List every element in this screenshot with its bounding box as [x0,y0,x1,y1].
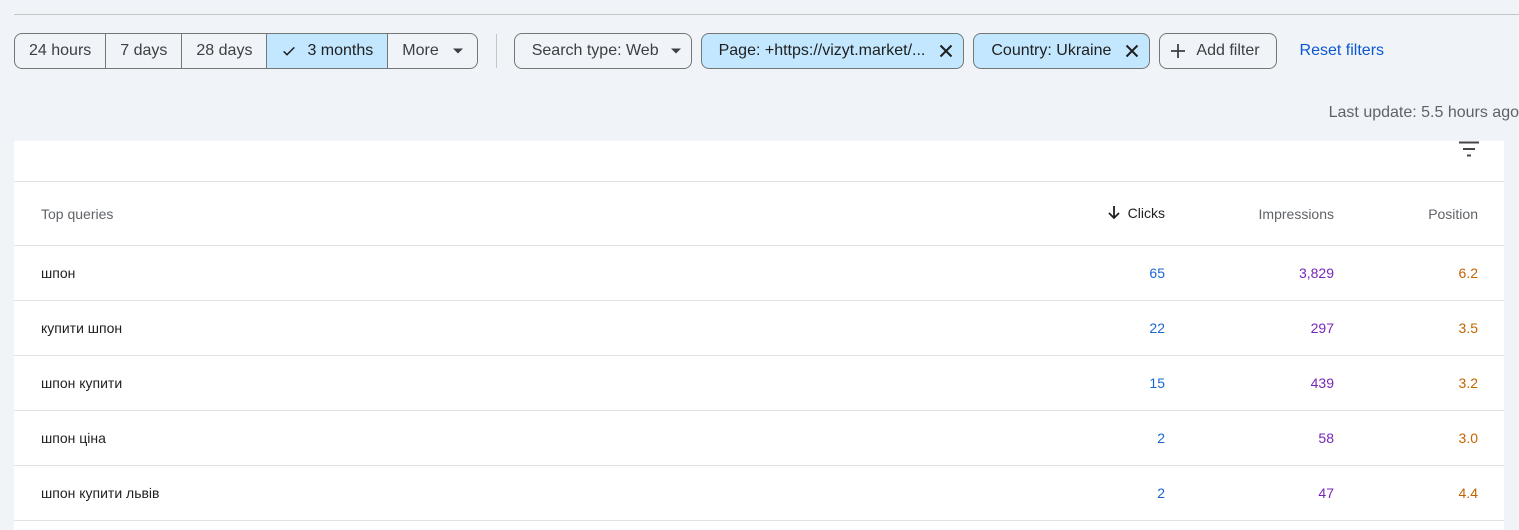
range-label: 3 months [307,42,374,59]
card-toolbar [14,141,1504,182]
queries-card: Top queries Clicks Impressions Position … [14,141,1504,530]
table-row[interactable]: шпон купити 15 439 3.2 [14,355,1504,411]
reset-filters-link[interactable]: Reset filters [1300,42,1384,60]
table-row[interactable]: купити шпон 22 297 3.5 [14,300,1504,356]
arrow-down-icon [1108,205,1120,220]
range-7-days-button[interactable]: 7 days [106,34,183,68]
header-impressions[interactable]: Impressions [1165,182,1334,246]
clicks-cell: 2 [1005,410,1165,466]
range-28-days-button[interactable]: 28 days [182,34,268,68]
query-cell: шпон [14,245,1005,301]
filter-divider [495,34,497,68]
position-cell: 3.0 [1334,410,1504,466]
position-cell: 3.5 [1334,300,1504,356]
range-label: 7 days [120,42,168,59]
page-filter-chip[interactable]: Page: +https://vizyt.market/... [700,33,965,69]
table-row[interactable]: шпон купити львів 2 47 4.4 [14,465,1504,521]
query-cell: шпон купити львів [14,465,1005,521]
top-divider [14,14,1519,15]
impressions-cell: 47 [1165,465,1334,521]
impressions-cell: 58 [1165,410,1334,466]
impressions-cell: 297 [1165,300,1334,356]
table-header-row: Top queries Clicks Impressions Position [14,182,1504,246]
range-label: 28 days [196,42,253,59]
header-position[interactable]: Position [1334,182,1504,246]
time-range-selector: 24 hours 7 days 28 days 3 months More [14,33,478,69]
more-label: More [402,42,439,59]
clicks-cell: 22 [1005,300,1165,356]
impressions-cell: 439 [1165,355,1334,411]
country-filter-chip[interactable]: Country: Ukraine [973,33,1151,69]
add-filter-label: Add filter [1196,42,1260,59]
page-filter-label: Page: +https://vizyt.market/... [718,42,926,59]
filter-list-icon[interactable] [1458,141,1480,162]
caret-down-icon [452,48,463,54]
clicks-cell: 65 [1005,245,1165,301]
search-type-label: Search type: Web [531,42,659,59]
caret-down-icon [670,48,681,54]
queries-table: Top queries Clicks Impressions Position … [14,182,1504,521]
more-range-button[interactable]: More [388,34,476,68]
filter-bar: 24 hours 7 days 28 days 3 months More Se… [14,33,1384,69]
header-clicks[interactable]: Clicks [1005,182,1165,246]
clicks-cell: 15 [1005,355,1165,411]
position-cell: 3.2 [1334,355,1504,411]
table-row[interactable]: шпон 65 3,829 6.2 [14,245,1504,301]
position-cell: 6.2 [1334,245,1504,301]
clicks-cell: 2 [1005,465,1165,521]
impressions-cell: 3,829 [1165,245,1334,301]
range-3-months-button[interactable]: 3 months [267,34,389,68]
range-label: 24 hours [29,42,92,59]
close-icon[interactable] [939,44,953,58]
last-update-text: Last update: 5.5 hours ago [1328,104,1519,121]
check-icon [281,43,297,59]
query-cell: купити шпон [14,300,1005,356]
add-filter-button[interactable]: Add filter [1159,33,1277,69]
table-row[interactable]: шпон ціна 2 58 3.0 [14,410,1504,466]
header-top-queries[interactable]: Top queries [14,182,1005,246]
plus-icon [1170,43,1186,59]
close-icon[interactable] [1125,44,1139,58]
range-24-hours-button[interactable]: 24 hours [15,34,107,68]
clicks-header-label: Clicks [1127,204,1165,221]
country-filter-label: Country: Ukraine [991,42,1112,59]
position-cell: 4.4 [1334,465,1504,521]
query-cell: шпон ціна [14,410,1005,466]
query-cell: шпон купити [14,355,1005,411]
search-type-chip[interactable]: Search type: Web [513,33,692,69]
